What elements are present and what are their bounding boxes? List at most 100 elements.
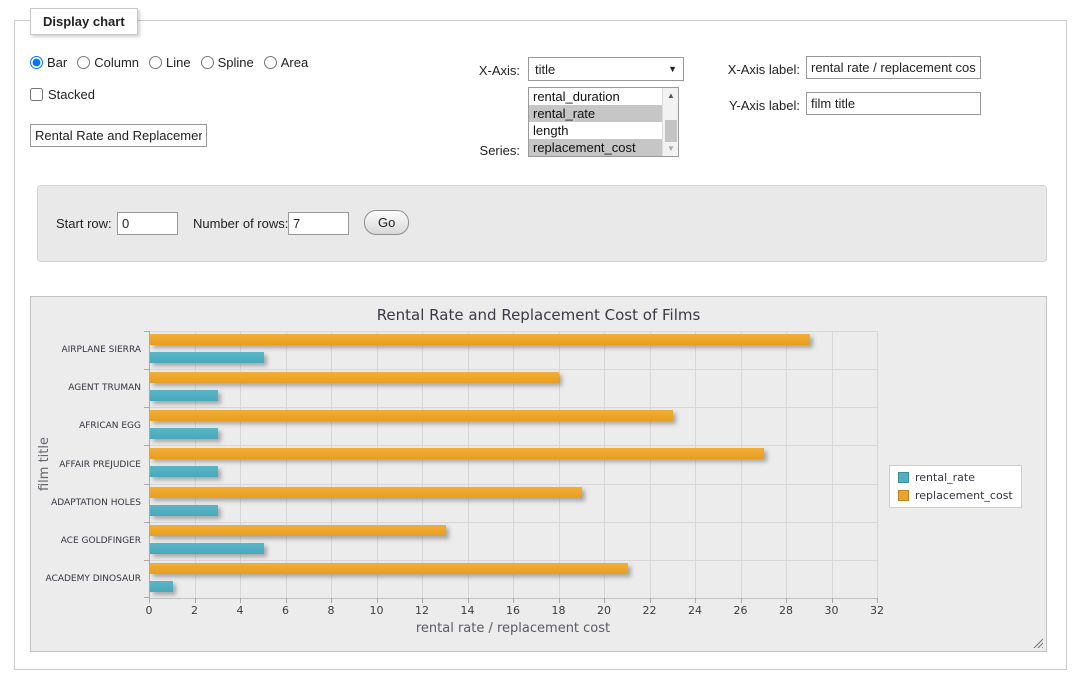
chart-legend: rental_rate replacement_cost (889, 465, 1022, 508)
x-axis-tick (786, 598, 787, 603)
chart-type-option-line[interactable]: Line (149, 55, 191, 70)
category-label: AIRPLANE SIERRA (31, 345, 141, 355)
y-axis-tick (144, 407, 149, 408)
x-tick-label: 30 (817, 604, 847, 617)
x-axis-select-label: X-Axis: (424, 63, 520, 78)
chart-type-option-spline[interactable]: Spline (201, 55, 254, 70)
gridline-vertical (331, 331, 332, 598)
gridline-vertical (786, 331, 787, 598)
chart-container: Rental Rate and Replacement Cost of Film… (30, 296, 1047, 652)
bar-replacement_cost (150, 410, 673, 421)
y-axis-tick (144, 331, 149, 332)
y-axis-tick (144, 522, 149, 523)
x-tick-label: 4 (225, 604, 255, 617)
gridline-vertical (559, 331, 560, 598)
bar-rental_rate (150, 428, 218, 439)
category-label: ACADEMY DINOSAUR (31, 574, 141, 584)
gridline-vertical (741, 331, 742, 598)
gridline-horizontal (149, 522, 877, 523)
bar-replacement_cost (150, 448, 764, 459)
resize-handle-icon[interactable] (1032, 637, 1043, 648)
series-option-rental_rate[interactable]: rental_rate (529, 105, 662, 122)
scrollbar-thumb[interactable] (665, 120, 677, 142)
chart-type-radio-spline[interactable] (201, 56, 214, 69)
bar-rental_rate (150, 352, 264, 363)
stacked-checkbox-row[interactable]: Stacked (30, 87, 95, 102)
gridline-horizontal (149, 445, 877, 446)
bar-rental_rate (150, 543, 264, 554)
y-axis-tick (144, 484, 149, 485)
gridline-vertical (650, 331, 651, 598)
gridline-horizontal (149, 369, 877, 370)
x-tick-label: 26 (726, 604, 756, 617)
bar-replacement_cost (150, 372, 559, 383)
legend-item-replacement_cost[interactable]: replacement_cost (898, 489, 1013, 502)
x-tick-label: 2 (180, 604, 210, 617)
series-option-replacement_cost[interactable]: replacement_cost (529, 139, 662, 156)
series-multiselect[interactable]: rental_durationrental_ratelengthreplacem… (528, 87, 679, 157)
y-axis-label-input[interactable] (806, 92, 981, 115)
y-axis-tick (144, 560, 149, 561)
legend-item-rental_rate[interactable]: rental_rate (898, 471, 1013, 484)
x-tick-label: 12 (407, 604, 437, 617)
gridline-vertical (832, 331, 833, 598)
chart-type-radio-column[interactable] (77, 56, 90, 69)
category-label: AFFAIR PREJUDICE (31, 460, 141, 470)
x-axis-tick (195, 598, 196, 603)
x-axis-tick (468, 598, 469, 603)
x-axis-tick (149, 598, 150, 603)
x-axis-tick (513, 598, 514, 603)
plot-area (149, 331, 877, 598)
legend-label: replacement_cost (915, 489, 1013, 502)
series-option-rental_duration[interactable]: rental_duration (529, 88, 662, 105)
bar-replacement_cost (150, 487, 582, 498)
bar-replacement_cost (150, 563, 628, 574)
go-button[interactable]: Go (364, 210, 409, 235)
chart-type-option-area[interactable]: Area (264, 55, 308, 70)
chart-type-radio-label: Line (166, 55, 191, 70)
chart-type-radio-area[interactable] (264, 56, 277, 69)
scroll-down-icon[interactable]: ▼ (663, 141, 679, 156)
chart-type-option-bar[interactable]: Bar (30, 55, 67, 70)
x-axis-tick (286, 598, 287, 603)
chart-type-radio-bar[interactable] (30, 56, 43, 69)
fieldset-legend: Display chart (30, 8, 138, 35)
x-axis-tick (559, 598, 560, 603)
x-axis-tick (422, 598, 423, 603)
gridline-horizontal (149, 407, 877, 408)
x-axis-tick (331, 598, 332, 603)
category-label: ADAPTATION HOLES (31, 498, 141, 508)
num-rows-label: Number of rows: (193, 216, 288, 231)
y-axis-line (149, 331, 150, 598)
chart-type-option-column[interactable]: Column (77, 55, 139, 70)
legend-swatch-icon (898, 490, 909, 501)
chart-title-input[interactable] (30, 124, 207, 147)
bar-rental_rate (150, 466, 218, 477)
gridline-horizontal (149, 560, 877, 561)
chart-type-radio-label: Area (281, 55, 308, 70)
row-range-panel: Start row: Number of rows: Go (37, 185, 1047, 262)
start-row-input[interactable] (117, 212, 178, 235)
scroll-up-icon[interactable]: ▲ (663, 88, 679, 103)
x-tick-label: 20 (589, 604, 619, 617)
category-label: AFRICAN EGG (31, 421, 141, 431)
chart-x-axis-title: rental rate / replacement cost (149, 621, 877, 636)
x-axis-tick (832, 598, 833, 603)
bar-rental_rate (150, 505, 218, 516)
x-axis-tick (695, 598, 696, 603)
bar-rental_rate (150, 581, 173, 592)
stacked-checkbox[interactable] (30, 88, 43, 101)
series-option-length[interactable]: length (529, 122, 662, 139)
x-axis-selected-value: title (535, 62, 555, 77)
chart-type-radio-line[interactable] (149, 56, 162, 69)
chart-type-radio-label: Spline (218, 55, 254, 70)
num-rows-input[interactable] (288, 212, 349, 235)
x-axis-select[interactable]: title ▼ (528, 57, 684, 81)
y-axis-tick (144, 445, 149, 446)
series-scrollbar[interactable]: ▲ ▼ (662, 88, 678, 156)
gridline-vertical (240, 331, 241, 598)
series-items: rental_durationrental_ratelengthreplacem… (529, 88, 662, 156)
x-tick-label: 10 (362, 604, 392, 617)
x-axis-label-input[interactable] (806, 56, 981, 79)
x-tick-label: 32 (862, 604, 892, 617)
